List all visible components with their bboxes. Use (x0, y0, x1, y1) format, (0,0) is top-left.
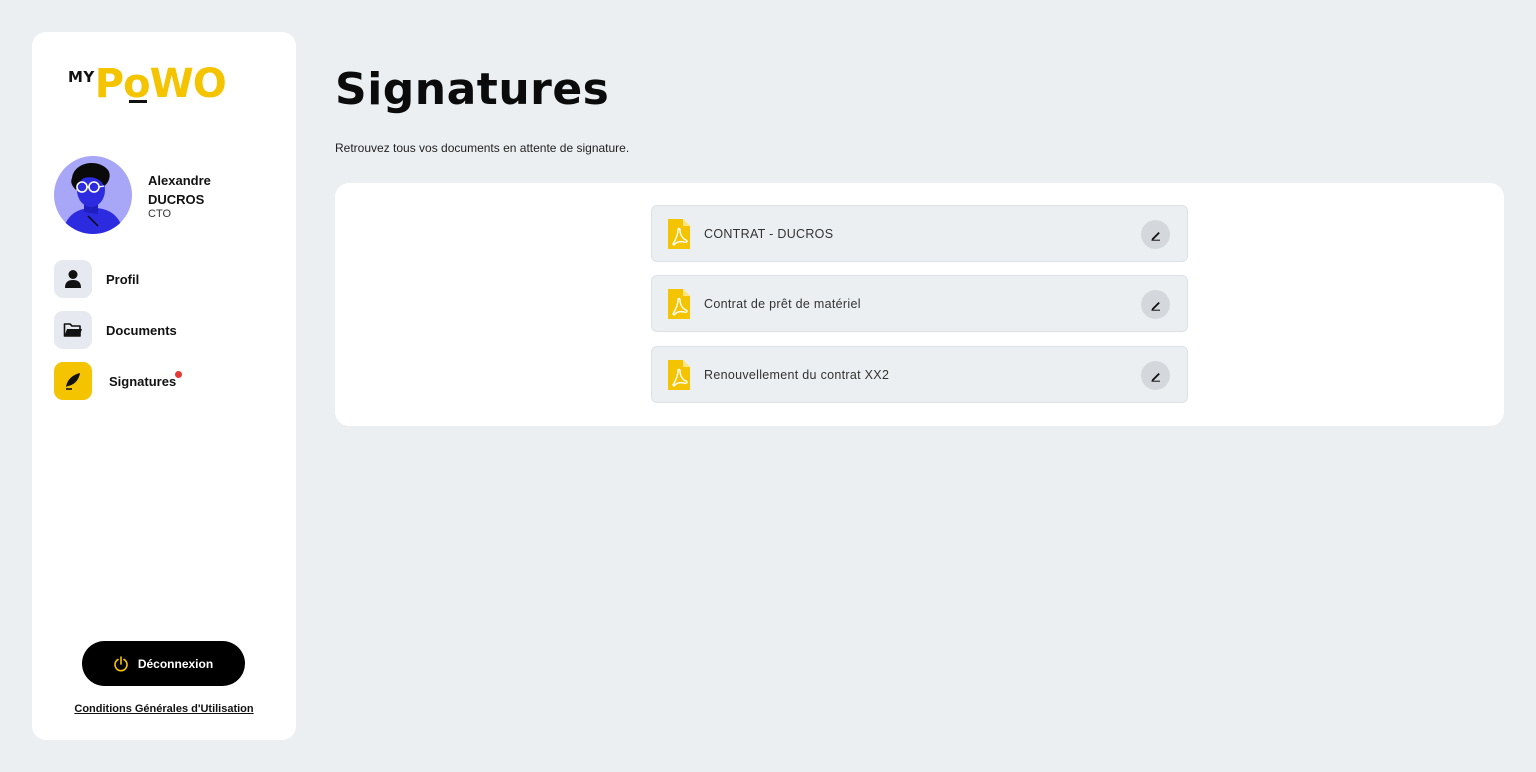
page-subtitle: Retrouvez tous vos documents en attente … (335, 141, 630, 155)
user-first-name: Alexandre (148, 173, 211, 188)
nav-item-documents[interactable]: Documents (54, 310, 274, 350)
folder-icon (63, 323, 82, 337)
logout-label: Déconnexion (137, 656, 214, 671)
user-last-name: DUCROS (148, 192, 205, 207)
power-icon (114, 655, 128, 671)
nav-label-signatures-text: Signatures (109, 373, 177, 389)
notification-dot (175, 370, 183, 378)
document-name: CONTRAT - DUCROS (704, 226, 834, 241)
page-title: Signatures (335, 64, 610, 115)
logo-brand-text: PoWO (94, 60, 227, 108)
nav-item-signatures[interactable]: Signatures (54, 361, 274, 401)
document-name: Renouvellement du contrat XX2 (704, 367, 890, 382)
nav-icon-box-active (54, 362, 92, 400)
avatar-illustration-icon (62, 163, 124, 234)
documents-panel: CONTRAT - DUCROS Contrat de prêt de maté… (335, 183, 1504, 426)
pdf-icon (668, 359, 690, 390)
document-row[interactable]: Contrat de prêt de matériel (651, 275, 1188, 332)
document-row[interactable]: CONTRAT - DUCROS (651, 205, 1188, 262)
sign-document-button[interactable] (1141, 220, 1170, 249)
logout-button[interactable]: Déconnexion (82, 641, 245, 686)
nav-item-profil[interactable]: Profil (54, 259, 274, 299)
pen-icon (1151, 231, 1160, 241)
nav-label-signatures: Signatures (109, 370, 183, 389)
user-icon (65, 270, 81, 288)
nav-label-profil: Profil (106, 271, 140, 287)
nav-label-documents: Documents (106, 322, 177, 338)
pen-icon (1151, 301, 1160, 311)
pdf-icon (668, 288, 690, 319)
logo-brand-label: PoWO (94, 61, 227, 107)
pdf-icon (668, 218, 690, 249)
feather-pen-icon (66, 373, 80, 390)
user-role: CTO (148, 208, 172, 220)
sign-document-button[interactable] (1141, 290, 1170, 319)
nav-icon-box (54, 311, 92, 349)
pen-icon (1151, 372, 1160, 382)
document-row[interactable]: Renouvellement du contrat XX2 (651, 346, 1188, 403)
sidebar: MY PoWO Alexandre DUCROS CTO Profil Docu… (32, 32, 296, 740)
logo-my-text: MY (68, 68, 95, 86)
user-fullname: Alexandre DUCROS (148, 171, 211, 209)
logo-underline (128, 100, 147, 103)
cgu-link[interactable]: Conditions Générales d'Utilisation (32, 703, 296, 715)
document-name: Contrat de prêt de matériel (704, 296, 861, 311)
mypowo-logo[interactable]: MY PoWO (68, 60, 227, 108)
nav-icon-box (54, 260, 92, 298)
sign-document-button[interactable] (1141, 361, 1170, 390)
avatar (54, 156, 132, 234)
